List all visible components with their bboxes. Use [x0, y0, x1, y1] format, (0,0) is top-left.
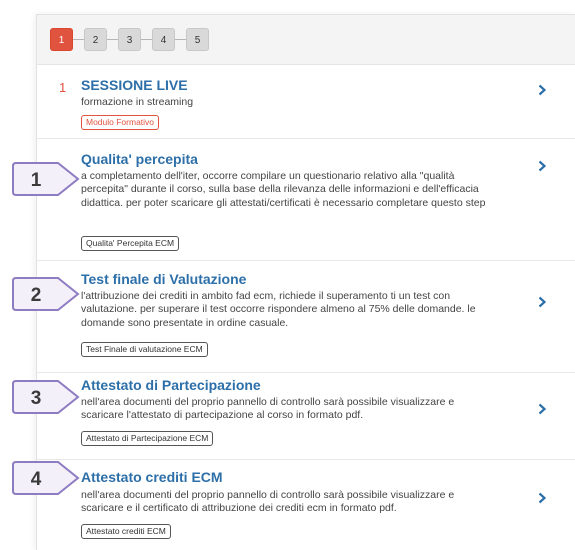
- list-item-attestato-partecipazione[interactable]: Attestato di Partecipazione nell'area do…: [37, 374, 575, 460]
- item-description: l'attribuzione dei crediti in ambito fad…: [81, 290, 476, 329]
- item-title[interactable]: Attestato di Partecipazione: [81, 377, 261, 393]
- chevron-right-icon[interactable]: [536, 84, 548, 96]
- step-connector: [175, 39, 186, 40]
- step-4-button[interactable]: 4: [152, 28, 175, 51]
- list-item-sessione-live[interactable]: 1 SESSIONE LIVE formazione in streaming …: [37, 66, 575, 139]
- list-item-qualita-percepita[interactable]: Qualita' percepita a completamento dell'…: [37, 140, 575, 261]
- step-connector: [107, 39, 118, 40]
- list-item-attestato-crediti[interactable]: Attestato crediti ECM nell'area document…: [37, 461, 575, 550]
- item-number: 1: [59, 80, 67, 95]
- item-title[interactable]: Test finale di Valutazione: [81, 271, 246, 287]
- item-title[interactable]: SESSIONE LIVE: [81, 77, 188, 93]
- step-3-button[interactable]: 3: [118, 28, 141, 51]
- step-5-button[interactable]: 5: [186, 28, 209, 51]
- list-item-test-finale[interactable]: Test finale di Valutazione l'attribuzion…: [37, 262, 575, 373]
- item-tag: Qualita' Percepita ECM: [81, 236, 180, 251]
- item-title[interactable]: Qualita' percepita: [81, 151, 198, 167]
- course-steps-panel: 1 2 3 4 5 1 SESSIONE LIVE formazione in …: [36, 14, 575, 550]
- chevron-right-icon[interactable]: [536, 296, 548, 308]
- callout-number: 3: [31, 388, 42, 409]
- callout-4: 4: [12, 461, 80, 495]
- item-description: a completamento dell'iter, occorre compi…: [81, 170, 486, 209]
- chevron-right-icon[interactable]: [536, 492, 548, 504]
- callout-number: 2: [31, 285, 42, 306]
- step-pagination: 1 2 3 4 5: [37, 15, 575, 65]
- step-connector: [141, 39, 152, 40]
- item-description: nell'area documenti del proprio pannello…: [81, 489, 455, 515]
- item-description: nell'area documenti del proprio pannello…: [81, 396, 455, 422]
- item-tag: Modulo Formativo: [81, 115, 160, 130]
- item-title[interactable]: Attestato crediti ECM: [81, 469, 223, 485]
- item-tag: Test Finale di valutazione ECM: [81, 342, 208, 357]
- callout-2: 2: [12, 277, 80, 311]
- item-tag: Attestato crediti ECM: [81, 524, 171, 539]
- callout-1: 1: [12, 162, 80, 196]
- step-2-button[interactable]: 2: [84, 28, 107, 51]
- step-connector: [73, 39, 84, 40]
- callout-number: 4: [31, 469, 42, 490]
- item-subtitle: formazione in streaming: [81, 96, 194, 108]
- chevron-right-icon[interactable]: [536, 160, 548, 172]
- step-1-button[interactable]: 1: [50, 28, 73, 51]
- item-tag: Attestato di Partecipazione ECM: [81, 431, 214, 446]
- callout-3: 3: [12, 380, 80, 414]
- callout-number: 1: [31, 170, 42, 191]
- chevron-right-icon[interactable]: [536, 403, 548, 415]
